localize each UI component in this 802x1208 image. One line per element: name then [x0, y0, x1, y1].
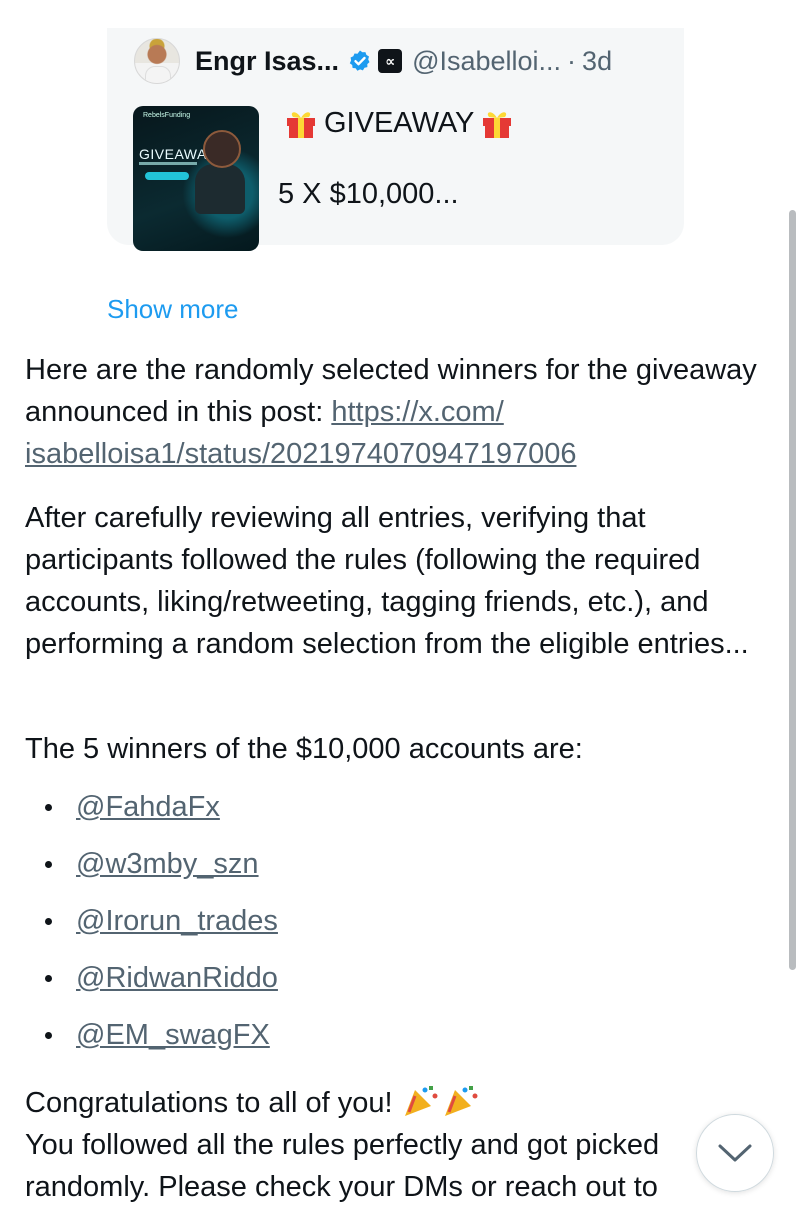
- affiliate-badge-icon: ∝: [378, 49, 403, 73]
- show-more-link[interactable]: Show more: [107, 294, 239, 325]
- congrats-text: Congratulations to all of you!: [25, 1087, 401, 1119]
- followup-text: You followed all the rules perfectly and…: [25, 1129, 660, 1203]
- verified-badge-icon: [349, 50, 370, 71]
- post-paragraph-intro: Here are the randomly selected winners f…: [25, 349, 785, 475]
- scrollbar[interactable]: [789, 210, 796, 970]
- winner-list-item: @RidwanRiddo: [45, 962, 278, 995]
- post-paragraph-winners-heading: The 5 winners of the $10,000 accounts ar…: [25, 733, 583, 765]
- winner-list-item: @FahdaFx: [45, 791, 220, 824]
- bullet: [45, 918, 52, 925]
- chevron-down-icon: [718, 1144, 752, 1162]
- post-time[interactable]: 3d: [582, 46, 612, 77]
- winner-mention[interactable]: @EM_swagFX: [76, 1019, 270, 1052]
- party-popper-icon: [404, 1086, 478, 1116]
- gift-icon: [483, 112, 512, 138]
- bullet: [45, 861, 52, 868]
- winner-mention[interactable]: @RidwanRiddo: [76, 962, 278, 995]
- bullet: [45, 975, 52, 982]
- thumbnail-brand: RebelsFunding: [143, 112, 191, 119]
- post-paragraph-process: After carefully reviewing all entries, v…: [25, 502, 749, 660]
- winner-list-item: @Irorun_trades: [45, 905, 278, 938]
- quoted-post-title: GIVEAWAY: [324, 106, 475, 139]
- winner-mention[interactable]: @w3mby_szn: [76, 848, 259, 881]
- quoted-post-card[interactable]: Engr Isas... ∝ @Isabelloi... · 3d Rebels…: [107, 28, 684, 251]
- post-paragraph-congrats: Congratulations to all of you! You follo…: [25, 1082, 785, 1208]
- gift-icon: [287, 112, 315, 138]
- winner-list-item: @w3mby_szn: [45, 848, 259, 881]
- author-avatar[interactable]: [134, 38, 180, 84]
- winner-mention[interactable]: @Irorun_trades: [76, 905, 278, 938]
- author-name[interactable]: Engr Isas...: [195, 46, 339, 77]
- winner-list-item: @EM_swagFX: [45, 1019, 270, 1052]
- winner-mention[interactable]: @FahdaFx: [76, 791, 220, 824]
- quoted-post-header: Engr Isas... ∝ @Isabelloi... · 3d: [134, 38, 612, 84]
- scroll-down-button[interactable]: [696, 1114, 774, 1192]
- quoted-post-line1: GIVEAWAY: [278, 106, 520, 140]
- author-handle[interactable]: @Isabelloi...: [412, 46, 561, 77]
- bullet: [45, 1032, 52, 1039]
- quoted-post-image[interactable]: RebelsFunding GIVEAWAY: [133, 106, 259, 251]
- header-separator: ·: [567, 45, 577, 76]
- bullet: [45, 804, 52, 811]
- quoted-post-line2: 5 X $10,000...: [278, 178, 459, 210]
